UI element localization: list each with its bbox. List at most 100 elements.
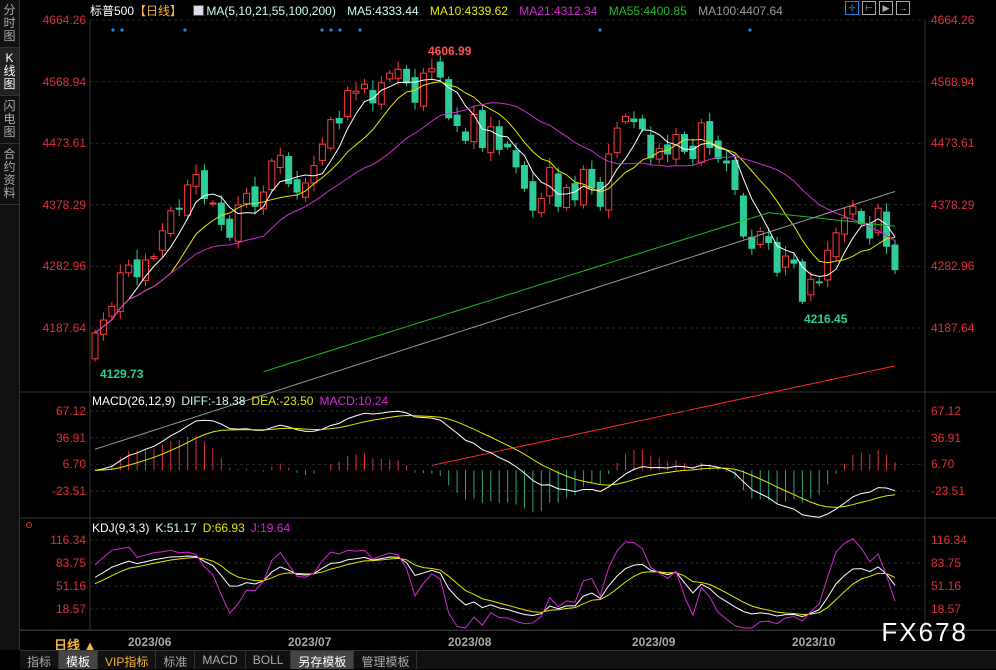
candle-body <box>133 259 141 278</box>
candle-body <box>883 211 891 247</box>
candle-body <box>756 230 764 245</box>
tab-indicators[interactable]: 指标 <box>20 651 60 669</box>
axis-label: 6.70 <box>931 457 955 472</box>
chart-canvas[interactable]: 4606.99 4129.73 4216.45 <box>0 0 996 669</box>
candle-body <box>436 61 444 78</box>
candle-body <box>108 305 116 317</box>
candle-body <box>335 117 343 124</box>
low-annotation: 4129.73 <box>100 367 144 381</box>
candle-body <box>217 202 225 225</box>
candle-body <box>765 236 773 243</box>
candle-body <box>158 230 166 251</box>
candle-body <box>613 127 621 154</box>
candle-body <box>782 255 790 268</box>
tab-templates[interactable]: 模板 <box>59 651 99 669</box>
event-marker <box>338 28 342 32</box>
axis-label: 4282.96 <box>42 259 86 274</box>
candle-body <box>462 131 470 141</box>
tab-save-template[interactable]: 另存模板 <box>291 651 355 669</box>
candle-body <box>167 210 175 234</box>
candle-body <box>849 205 857 215</box>
axis-label: 6.70 <box>62 457 86 472</box>
zoom-range-icon[interactable]: ⊢ <box>862 1 876 15</box>
axis-label: 36.91 <box>55 430 86 445</box>
axis-label: 4378.29 <box>42 197 86 212</box>
axis-label: 67.12 <box>55 404 86 418</box>
axis-label: 51.16 <box>55 579 86 593</box>
ma-chart-icon[interactable] <box>193 5 205 16</box>
play-icon[interactable]: ▶ <box>879 1 893 15</box>
candle-body <box>276 154 284 169</box>
candle-body <box>150 256 158 260</box>
axis-label: 4473.61 <box>931 136 975 151</box>
tab-macd[interactable]: MACD <box>195 651 246 669</box>
axis-label: 36.91 <box>931 430 962 445</box>
candle-body <box>428 68 436 73</box>
date-label: 2023/07 <box>288 635 332 649</box>
macd-diff: DIFF:-18.38 <box>181 394 246 408</box>
axis-label: 4664.26 <box>42 13 86 27</box>
candle-body <box>419 72 427 107</box>
candle-body <box>697 122 705 163</box>
candle-body <box>453 114 461 127</box>
candle-body <box>596 181 604 207</box>
ma200-line <box>431 365 896 466</box>
chart-toolbar: ✛ ⊢ ▶ → <box>845 1 910 15</box>
candle-body <box>537 198 545 214</box>
macd-label: MACD(26,12,9) <box>92 394 176 408</box>
macd-dea: DEA:-23.50 <box>251 394 314 408</box>
axis-label: 83.75 <box>55 556 86 570</box>
event-marker <box>111 28 115 32</box>
axis-label: 4282.96 <box>931 259 975 274</box>
candle-body <box>403 68 411 84</box>
axis-label: 4187.64 <box>931 321 975 335</box>
fx678-watermark: FX678 <box>881 617 968 647</box>
candle-body <box>512 150 520 168</box>
candle-body <box>554 173 562 207</box>
candle-body <box>815 281 823 284</box>
axis-label: 67.12 <box>931 404 962 418</box>
candle-body <box>142 259 150 282</box>
candle-body <box>714 140 722 159</box>
candle-body <box>377 82 385 105</box>
candle-body <box>546 167 554 197</box>
axis-label: 4187.64 <box>42 321 86 335</box>
candle-body <box>310 165 318 184</box>
event-marker <box>358 28 362 32</box>
axis-label: 116.34 <box>50 533 86 547</box>
move-right-icon[interactable]: → <box>896 1 910 15</box>
axis-label: 4568.94 <box>931 74 975 89</box>
axis-label: 18.57 <box>931 602 962 616</box>
candle-body <box>91 332 99 360</box>
ma100-value: MA100:4407.64 <box>698 4 783 18</box>
period-tag: 【日线】 <box>134 4 183 18</box>
candle-body <box>495 126 503 150</box>
date-label: 2023/06 <box>128 635 172 649</box>
date-label: 2023/09 <box>632 635 676 649</box>
axis-label: -23.51 <box>931 484 966 499</box>
candle-body <box>226 218 234 238</box>
event-marker <box>320 28 324 32</box>
ma10-value: MA10:4339.62 <box>429 4 508 18</box>
candle-body <box>268 160 276 190</box>
candle-body <box>243 192 251 205</box>
candle-body <box>184 184 192 216</box>
candle-body <box>622 115 630 123</box>
event-marker <box>183 28 187 32</box>
event-marker <box>120 28 124 32</box>
tab-vip-indicators[interactable]: VIP指标 <box>98 651 157 669</box>
event-marker <box>329 28 333 32</box>
tab-standard[interactable]: 标准 <box>156 651 196 669</box>
candle-body <box>520 165 528 189</box>
date-label: 2023/10 <box>792 635 836 649</box>
candle-body <box>748 236 756 249</box>
ma5-value: MA5:4333.44 <box>347 4 419 18</box>
tab-boll[interactable]: BOLL <box>246 651 292 669</box>
candle-body <box>739 195 747 237</box>
candle-body <box>344 90 352 117</box>
crosshair-icon[interactable]: ✛ <box>845 1 859 15</box>
date-axis: 日线 ▲ 2023/06 2023/07 2023/08 2023/09 202… <box>20 630 996 653</box>
kdj-d: D:66.93 <box>202 521 245 535</box>
tab-manage-templates[interactable]: 管理模板 <box>354 651 418 669</box>
candle-body <box>798 261 806 302</box>
